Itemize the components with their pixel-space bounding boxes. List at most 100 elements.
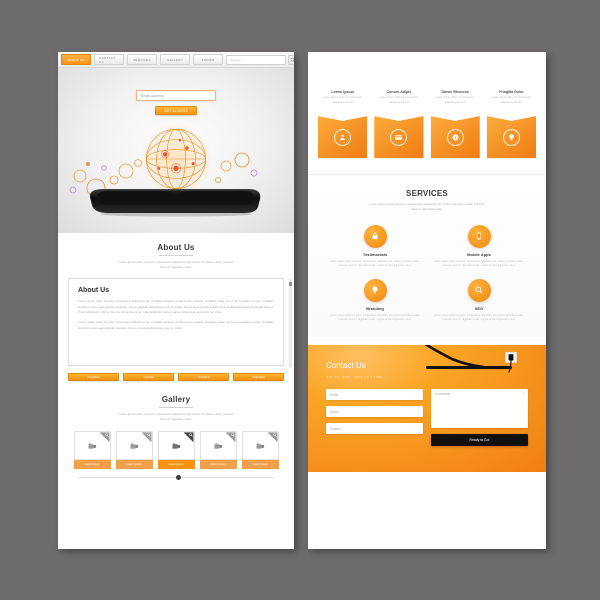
slider-track[interactable] (78, 475, 274, 481)
camera-icon (129, 443, 138, 449)
gallery-thumbnail[interactable] (115, 431, 153, 461)
nav-item-contact-us[interactable]: CONTACT US (94, 54, 124, 65)
button-tincidunt[interactable]: Tincidunt (178, 373, 229, 382)
required-mark: * (417, 426, 419, 431)
service-text: Lorem ipsum dolor sit amet, consectetur … (434, 259, 524, 268)
zoom-corner[interactable] (99, 432, 110, 443)
bulb-icon (372, 286, 378, 294)
gallery-thumbnail[interactable] (73, 431, 111, 461)
nav-item-services[interactable]: SERVICES (127, 54, 157, 65)
required-mark: * (417, 409, 419, 414)
vertical-scrollbar[interactable] (289, 279, 292, 368)
service-icon-circle (363, 278, 387, 302)
services-subtitle: Lorem ipsum dolor sit amet, consectetur … (369, 202, 485, 212)
feature-icon-circle (502, 128, 520, 146)
feature-card[interactable]: Donec Rhoncus Lorem ipsum dolor sit cons… (430, 90, 480, 159)
slider-knob[interactable] (176, 475, 181, 481)
feature-text: Lorem ipsum dolor sit consectetur adipis… (323, 96, 363, 104)
service-branding[interactable]: Branding Lorem ipsum dolor sit amet, con… (326, 278, 424, 323)
zoom-icon (272, 433, 277, 438)
feature-ribbon (486, 110, 536, 159)
search-input[interactable]: Search... (226, 54, 286, 65)
email-input[interactable]: Email Address (136, 90, 216, 101)
service-title: Branding (366, 305, 384, 311)
gallery-caption: Lorem Ipsum (199, 460, 237, 470)
ribbon-notch (318, 110, 368, 122)
gallery-item[interactable]: Lorem Ipsum (241, 431, 279, 470)
get-access-button[interactable]: GET ACCESS (155, 106, 197, 115)
feature-card[interactable]: Lorem Ipsum Lorem ipsum dolor sit consec… (318, 90, 368, 159)
search-icon (475, 287, 483, 294)
ribbon-notch (430, 110, 480, 122)
feature-card[interactable]: Fringilla Dolor Lorem ipsum dolor sit co… (486, 90, 536, 159)
feature-title: Consec Adipis (386, 90, 412, 94)
service-icon-circle (363, 224, 387, 248)
search-area: Search... (226, 54, 294, 65)
scrollbar-thumb[interactable] (289, 282, 292, 287)
feature-icon-circle: $ (446, 128, 464, 146)
gallery-slider[interactable] (58, 469, 294, 481)
gallery-caption: Lorem Ipsum (157, 460, 195, 470)
gallery-item[interactable]: Lorem Ipsum (115, 431, 153, 470)
zoom-corner[interactable] (141, 432, 152, 443)
required-mark: * (417, 392, 419, 397)
nav-item-about-us[interactable]: ABOUT US (61, 54, 91, 65)
phone-icon (477, 232, 481, 240)
name-field[interactable]: Name * (326, 406, 423, 418)
form-left-column: Email * Name * Subject * (326, 389, 423, 446)
feature-ribbon: $ (430, 110, 480, 159)
field-placeholder: Name (330, 409, 339, 414)
users-icon (340, 134, 346, 140)
service-title: SEO (474, 305, 484, 311)
feature-ribbon (374, 110, 424, 159)
service-icon-circle (467, 224, 491, 248)
zoom-icon (104, 433, 109, 438)
subject-field[interactable]: Subject * (326, 423, 423, 435)
email-field[interactable]: Email * (326, 389, 423, 401)
gallery-item-active[interactable]: Lorem Ipsum (157, 431, 195, 470)
nav-item-gallery[interactable]: GALLERY (160, 54, 190, 65)
features-row: Lorem Ipsum Lorem ipsum dolor sit consec… (308, 52, 546, 159)
lock-icon (372, 232, 378, 240)
zoom-corner[interactable] (225, 432, 236, 443)
gallery-thumbnail[interactable] (241, 431, 279, 461)
gallery-thumbnail[interactable] (157, 431, 195, 461)
gallery-item[interactable]: Lorem Ipsum (73, 431, 111, 470)
button-curabitur[interactable]: Curabitur (68, 373, 119, 382)
nav-item-forum[interactable]: FORUM (193, 54, 223, 65)
search-button[interactable] (288, 54, 294, 65)
button-gravida[interactable]: Gravida (123, 373, 174, 382)
zoom-corner[interactable] (267, 432, 278, 443)
zoom-icon (146, 433, 151, 438)
contact-section: Contact Us GOT AN IDEA? DROP US A LINE! … (308, 345, 546, 473)
coin-icon: $ (452, 134, 459, 141)
service-testimonials[interactable]: Testimonials Lorem ipsum dolor sit amet,… (326, 224, 424, 269)
services-section: SERVICES Lorem ipsum dolor sit amet, con… (308, 175, 546, 338)
card-icon (395, 135, 403, 140)
feature-title: Fringilla Dolor (499, 90, 524, 94)
right-page-mockup: Lorem Ipsum Lorem ipsum dolor sit consec… (308, 52, 546, 549)
zoom-corner[interactable] (183, 432, 194, 443)
button-vulputate[interactable]: Vulputate (233, 373, 284, 382)
nav-label: CONTACT US (99, 55, 116, 64)
service-mobile-apps[interactable]: Mobile Apps Lorem ipsum dolor sit amet, … (430, 224, 528, 269)
gallery-thumbnail[interactable] (199, 431, 237, 461)
service-seo[interactable]: SEO Lorem ipsum dolor sit amet, consecte… (430, 278, 528, 323)
camera-icon (171, 443, 180, 449)
about-button-row: Curabitur Gravida Tincidunt Vulputate (58, 366, 294, 382)
hero-section: Email Address GET ACCESS (58, 68, 294, 233)
service-text: Lorem ipsum dolor sit amet, consectetur … (434, 313, 524, 322)
about-us-section: About Us Lorem ipsum dolor sit amet, con… (58, 233, 294, 382)
feature-card[interactable]: Consec Adipis Lorem ipsum dolor sit cons… (374, 90, 424, 159)
comments-textarea[interactable]: Comments * (431, 389, 528, 429)
nav-label: SERVICES (133, 57, 151, 62)
feature-title: Donec Rhoncus (441, 90, 469, 94)
globe-illustration (140, 123, 212, 195)
about-paragraph-2: Lorem ipsum dolor sit amet, consectetur … (78, 320, 274, 330)
ribbon-notch (486, 110, 536, 122)
gallery-item[interactable]: Lorem Ipsum (199, 431, 237, 470)
title-divider (159, 407, 193, 409)
nav-label: ABOUT US (67, 57, 85, 62)
submit-button[interactable]: Ready to Go! (431, 434, 528, 447)
service-title: Mobile Apps (467, 251, 491, 257)
